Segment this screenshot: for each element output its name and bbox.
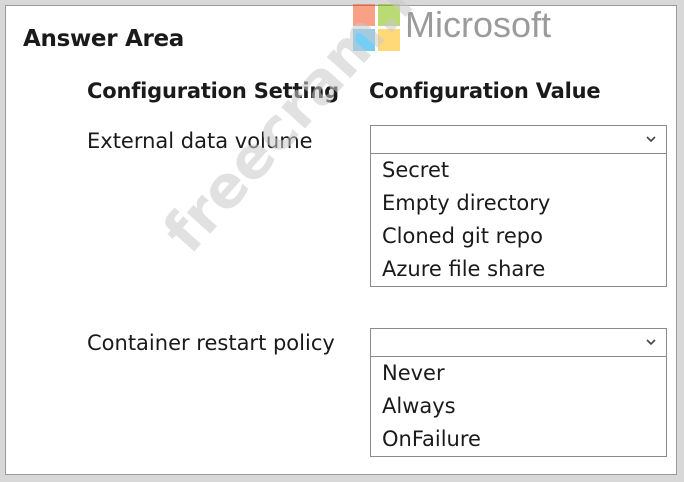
- column-header-setting: Configuration Setting: [87, 79, 339, 103]
- logo-square-red: [353, 4, 375, 26]
- option-always[interactable]: Always: [371, 390, 666, 423]
- answer-area-title: Answer Area: [23, 26, 185, 52]
- logo-square-yellow: [378, 29, 400, 51]
- setting-label-external-data-volume: External data volume: [87, 129, 313, 153]
- answer-area-panel: Answer Area Configuration Setting Config…: [5, 5, 677, 475]
- container-restart-policy-options: Never Always OnFailure: [370, 357, 667, 457]
- external-data-volume-dropdown[interactable]: [370, 125, 667, 154]
- option-empty-directory[interactable]: Empty directory: [371, 187, 666, 220]
- microsoft-logo: Microsoft: [348, 0, 584, 52]
- microsoft-wordmark: Microsoft: [405, 4, 552, 45]
- setting-label-container-restart-policy: Container restart policy: [87, 331, 335, 355]
- container-restart-policy-dropdown[interactable]: [370, 328, 667, 357]
- option-secret[interactable]: Secret: [371, 154, 666, 187]
- option-azure-file-share[interactable]: Azure file share: [371, 253, 666, 286]
- logo-square-green: [378, 4, 400, 26]
- logo-square-blue: [353, 29, 375, 51]
- chevron-down-icon: [646, 339, 656, 346]
- option-never[interactable]: Never: [371, 357, 666, 390]
- external-data-volume-options: Secret Empty directory Cloned git repo A…: [370, 154, 667, 287]
- option-onfailure[interactable]: OnFailure: [371, 423, 666, 456]
- chevron-down-icon: [646, 136, 656, 143]
- option-cloned-git-repo[interactable]: Cloned git repo: [371, 220, 666, 253]
- column-header-value: Configuration Value: [369, 79, 601, 103]
